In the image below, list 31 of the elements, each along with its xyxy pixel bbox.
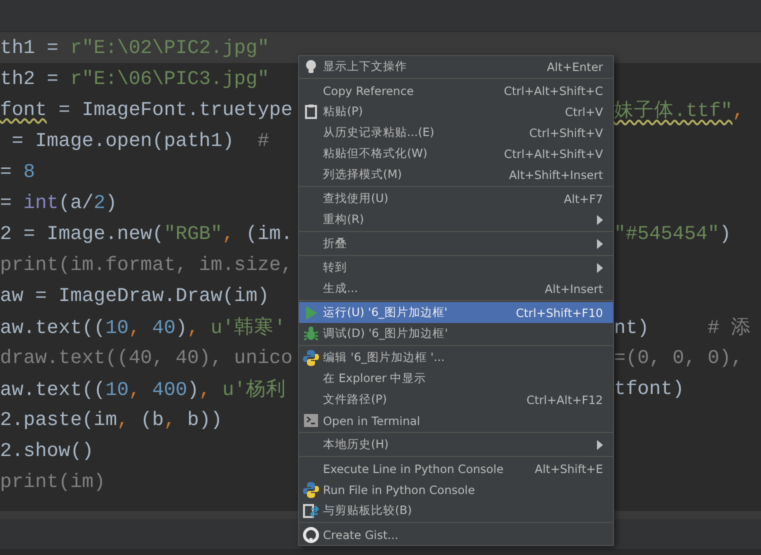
code-line: 妹子体.ttf", bbox=[614, 100, 744, 122]
keyboard-shortcut: Alt+F7 bbox=[564, 192, 603, 206]
code-line: = Image.open(path1) # bbox=[10, 130, 270, 152]
code-line: 2 = Image.new("RGB", (im. bbox=[0, 222, 293, 244]
code-line: aw = ImageDraw.Draw(im) bbox=[0, 284, 270, 306]
code-line: th2 = r"E:\06\PIC3.jpg" bbox=[0, 68, 270, 90]
code-line: draw.text((40, 40), unico bbox=[0, 346, 293, 368]
keyboard-shortcut: Ctrl+Shift+F10 bbox=[516, 306, 603, 320]
keyboard-shortcut: Ctrl+V bbox=[565, 104, 603, 118]
code-line: nt) # 添 bbox=[614, 317, 752, 339]
keyboard-shortcut: Alt+Shift+E bbox=[534, 462, 603, 476]
code-line: aw.text((10, 400), u'杨利 bbox=[0, 378, 286, 402]
code-line: =(0, 0, 0), bbox=[614, 346, 743, 368]
keyboard-shortcut: Ctrl+Alt+Shift+V bbox=[504, 146, 603, 160]
code-line: th1 = r"E:\02\PIC2.jpg" bbox=[0, 36, 270, 58]
code-line: font = ImageFont.truetype bbox=[0, 98, 293, 120]
keyboard-shortcut: Ctrl+Shift+V bbox=[529, 126, 603, 140]
code-line: = 8 bbox=[0, 160, 36, 182]
keyboard-shortcut: Alt+Insert bbox=[544, 282, 603, 296]
keyboard-shortcut: Alt+Enter bbox=[546, 60, 603, 74]
keyboard-shortcut: Alt+Shift+Insert bbox=[509, 168, 603, 182]
code-line: = int(a/2) bbox=[0, 192, 118, 214]
keyboard-shortcut: Ctrl+Alt+F12 bbox=[526, 392, 603, 406]
code-line: print(im.format, im.size, bbox=[0, 254, 293, 276]
code-line: print(im) bbox=[0, 470, 106, 492]
code-line: aw.text((10, 40), u'韩寒' bbox=[0, 316, 286, 340]
code-line: "#545454") bbox=[614, 222, 732, 244]
code-line: 2.show() bbox=[0, 440, 94, 462]
keyboard-shortcut: Ctrl+Alt+Shift+C bbox=[504, 84, 603, 98]
code-line: tfont) bbox=[614, 378, 684, 400]
code-line: 2.paste(im, (b, b)) bbox=[0, 408, 222, 430]
